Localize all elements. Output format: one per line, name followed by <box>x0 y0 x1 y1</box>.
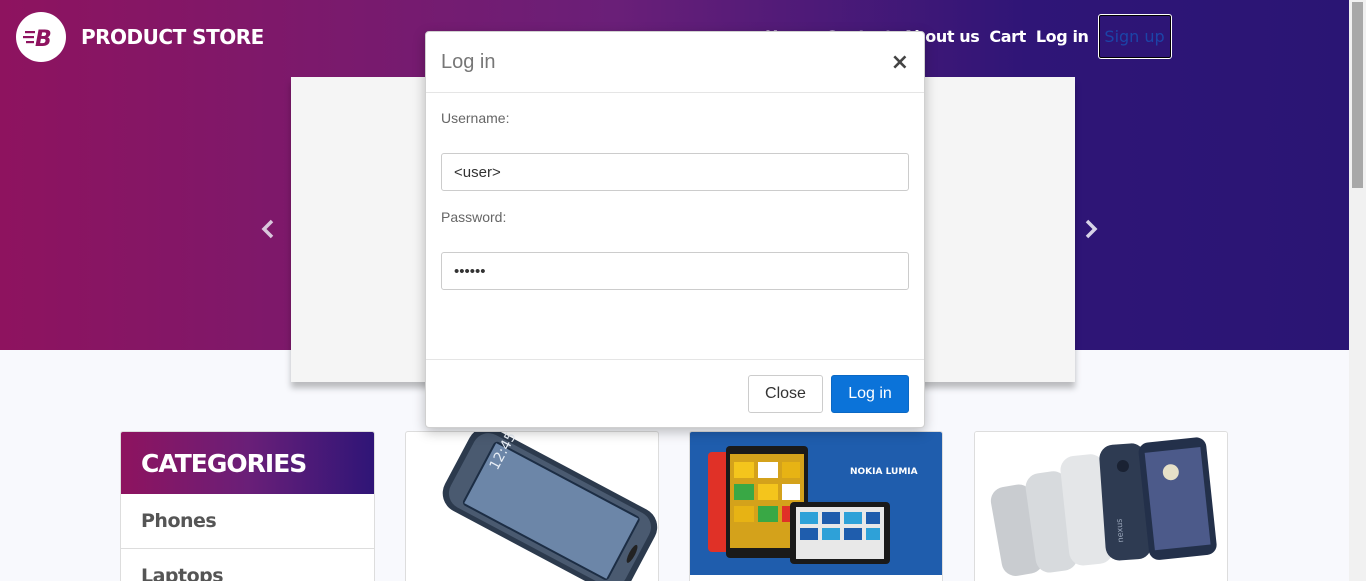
product-card[interactable]: NOKIA LUMIA <box>689 431 943 581</box>
modal-close-icon[interactable]: × <box>891 50 909 75</box>
page-scrollbar[interactable] <box>1349 0 1366 581</box>
category-phones[interactable]: Phones <box>121 494 374 549</box>
nexus-phones-image[interactable]: nexus <box>975 432 1228 581</box>
modal-footer: Close Log in <box>426 359 924 428</box>
product-card[interactable]: 12:45 <box>405 431 659 581</box>
nav-sign-up[interactable]: Sign up <box>1097 14 1172 59</box>
login-modal: Log in × Username: Password: Close Log i… <box>425 31 925 428</box>
categories-title: CATEGORIES <box>121 432 374 494</box>
brand-logo-letter: B <box>35 27 52 49</box>
login-button[interactable]: Log in <box>831 375 909 413</box>
username-label: Username: <box>441 110 510 126</box>
carousel-next-icon[interactable] <box>1081 215 1101 243</box>
modal-body: Username: Password: <box>426 93 924 359</box>
nokia-lumia-label: NOKIA LUMIA <box>850 467 918 477</box>
modal-header: Log in × <box>426 32 924 93</box>
close-button[interactable]: Close <box>748 375 823 413</box>
category-laptops[interactable]: Laptops <box>121 549 374 581</box>
categories-panel: CATEGORIES Phones Laptops <box>120 431 375 581</box>
scrollbar-thumb[interactable] <box>1352 2 1363 188</box>
brand-name: PRODUCT STORE <box>81 25 264 49</box>
product-card[interactable]: nexus <box>974 431 1228 581</box>
nav-cart[interactable]: Cart <box>984 15 1030 59</box>
nav-log-in[interactable]: Log in <box>1031 15 1094 59</box>
carousel-prev-icon[interactable] <box>258 215 278 243</box>
samsung-phone-image[interactable]: 12:45 <box>406 432 659 581</box>
brand-logo-icon: B <box>16 12 66 62</box>
password-input[interactable] <box>441 252 909 290</box>
username-input[interactable] <box>441 153 909 191</box>
modal-title: Log in <box>441 50 496 73</box>
brand[interactable]: B PRODUCT STORE <box>16 12 264 62</box>
password-label: Password: <box>441 209 507 225</box>
nokia-lumia-image[interactable]: NOKIA LUMIA <box>690 432 943 581</box>
svg-text:nexus: nexus <box>1115 518 1126 542</box>
